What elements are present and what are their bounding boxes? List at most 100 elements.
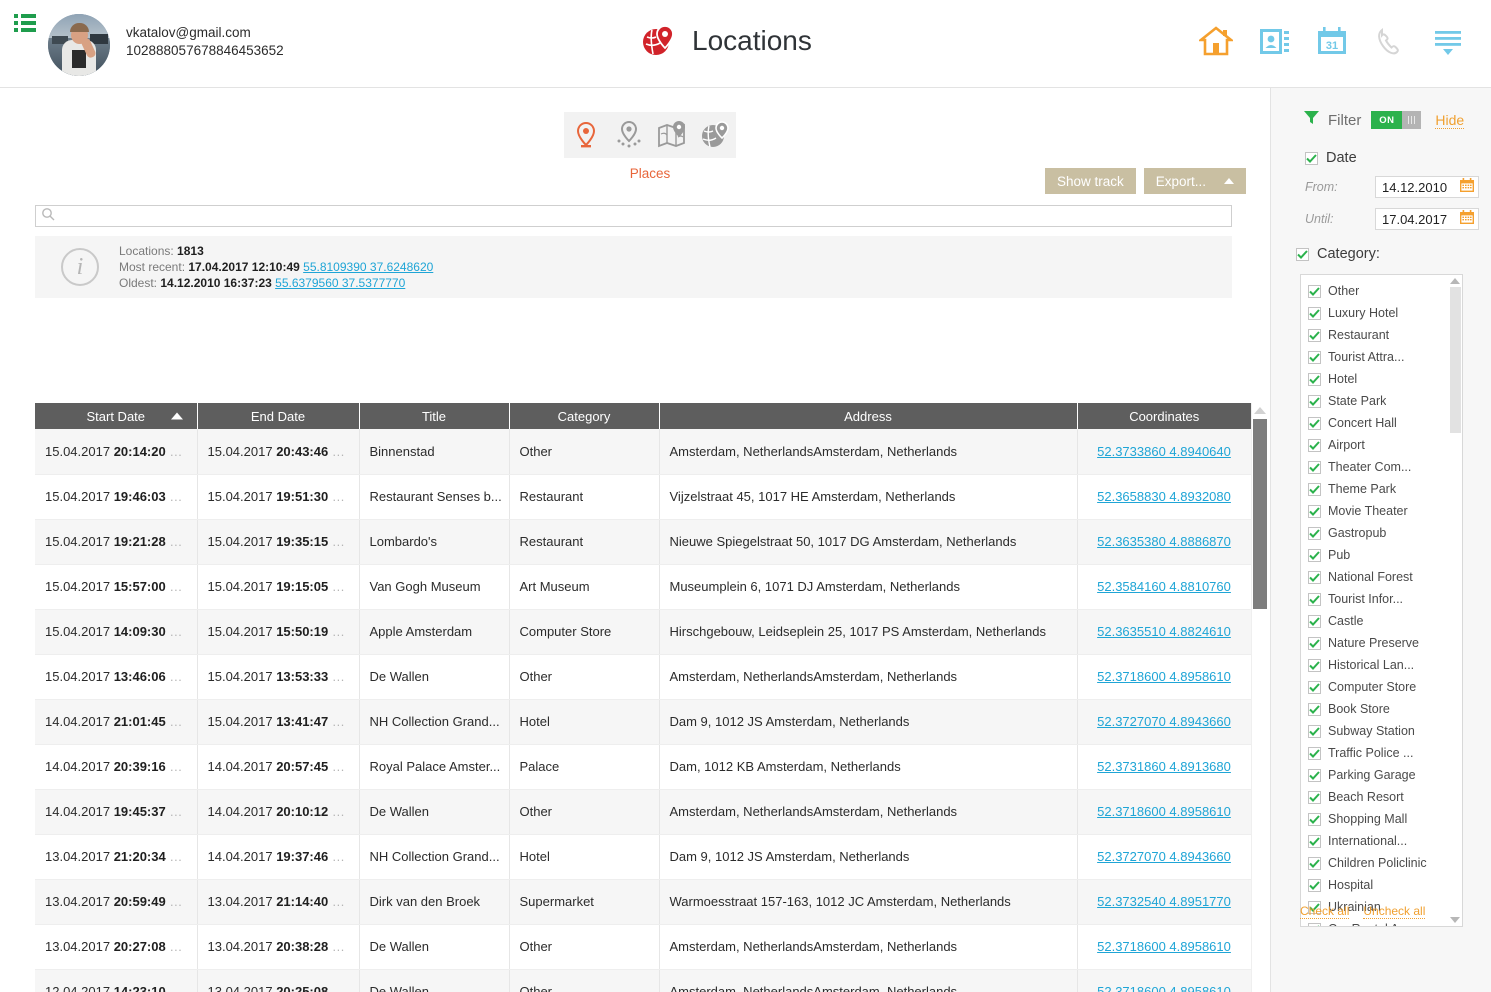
category-list-item[interactable]: Book Store xyxy=(1308,698,1448,720)
coordinates-link[interactable]: 52.3718600 4.8958610 xyxy=(1097,939,1231,954)
category-list-item[interactable]: Historical Lan... xyxy=(1308,654,1448,676)
date-filter-checkbox[interactable] xyxy=(1305,152,1318,165)
scroll-up-icon[interactable] xyxy=(1254,407,1266,414)
category-list-item[interactable]: Tourist Attra... xyxy=(1308,346,1448,368)
calendar-icon[interactable]: 31 xyxy=(1315,24,1349,62)
coordinates-link[interactable]: 52.3727070 4.8943660 xyxy=(1097,849,1231,864)
cell-coordinates[interactable]: 52.3718600 4.8958610 xyxy=(1077,924,1251,969)
category-list-item[interactable]: Concert Hall xyxy=(1308,412,1448,434)
category-item-checkbox[interactable] xyxy=(1308,351,1321,364)
category-list-item[interactable]: Shopping Mall xyxy=(1308,808,1448,830)
category-list-item[interactable]: Pub xyxy=(1308,544,1448,566)
category-list-item[interactable]: Hospital xyxy=(1308,874,1448,896)
category-item-checkbox[interactable] xyxy=(1308,505,1321,518)
cell-coordinates[interactable]: 52.3732540 4.8951770 xyxy=(1077,879,1251,924)
category-list-item[interactable]: Airport xyxy=(1308,434,1448,456)
list-menu-icon[interactable] xyxy=(14,14,36,32)
category-list-item[interactable]: Parking Garage xyxy=(1308,764,1448,786)
coordinates-link[interactable]: 52.3718600 4.8958610 xyxy=(1097,669,1231,684)
most-recent-coords-link[interactable]: 55.8109390 37.6248620 xyxy=(303,260,433,274)
cell-coordinates[interactable]: 52.3584160 4.8810760 xyxy=(1077,564,1251,609)
filter-toggle[interactable]: ON xyxy=(1371,111,1421,129)
tab-places[interactable] xyxy=(571,120,601,150)
hide-filter-link[interactable]: Hide xyxy=(1435,112,1464,129)
category-list-item[interactable]: Subway Station xyxy=(1308,720,1448,742)
category-item-checkbox[interactable] xyxy=(1308,615,1321,628)
category-item-checkbox[interactable] xyxy=(1308,769,1321,782)
search-bar[interactable] xyxy=(35,205,1232,227)
category-list-item[interactable]: Computer Store xyxy=(1308,676,1448,698)
category-filter-checkbox[interactable] xyxy=(1296,248,1309,261)
category-item-checkbox[interactable] xyxy=(1308,857,1321,870)
category-list-item[interactable]: Hotel xyxy=(1308,368,1448,390)
search-input[interactable] xyxy=(59,207,1231,225)
category-item-checkbox[interactable] xyxy=(1308,417,1321,430)
show-track-button[interactable]: Show track xyxy=(1045,168,1136,194)
category-list-item[interactable]: Children Policlinic xyxy=(1308,852,1448,874)
table-row[interactable]: 13.04.2017 21:20:34 …14.04.2017 19:37:46… xyxy=(35,834,1251,879)
export-button[interactable]: Export... xyxy=(1144,168,1246,194)
coordinates-link[interactable]: 52.3658830 4.8932080 xyxy=(1097,489,1231,504)
table-row[interactable]: 15.04.2017 20:14:20 …15.04.2017 20:43:46… xyxy=(35,429,1251,474)
category-item-checkbox[interactable] xyxy=(1308,439,1321,452)
calendar-icon[interactable] xyxy=(1460,210,1474,229)
category-item-checkbox[interactable] xyxy=(1308,681,1321,694)
home-icon[interactable] xyxy=(1199,24,1233,62)
category-list-item[interactable]: Luxury Hotel xyxy=(1308,302,1448,324)
cell-coordinates[interactable]: 52.3658830 4.8932080 xyxy=(1077,474,1251,519)
cell-coordinates[interactable]: 52.3635380 4.8886870 xyxy=(1077,519,1251,564)
cell-coordinates[interactable]: 52.3731860 4.8913680 xyxy=(1077,744,1251,789)
category-item-checkbox[interactable] xyxy=(1308,461,1321,474)
category-list-item[interactable]: International... xyxy=(1308,830,1448,852)
coordinates-link[interactable]: 52.3718600 4.8958610 xyxy=(1097,984,1231,992)
cell-coordinates[interactable]: 52.3718600 4.8958610 xyxy=(1077,654,1251,699)
scrollbar-thumb[interactable] xyxy=(1450,287,1461,433)
category-list-item[interactable]: State Park xyxy=(1308,390,1448,412)
oldest-coords-link[interactable]: 55.6379560 37.5377770 xyxy=(275,276,405,290)
category-item-checkbox[interactable] xyxy=(1308,483,1321,496)
category-item-checkbox[interactable] xyxy=(1308,549,1321,562)
date-from-field[interactable]: 14.12.2010 xyxy=(1375,176,1479,198)
category-item-checkbox[interactable] xyxy=(1308,747,1321,760)
category-list-item[interactable]: Beach Resort xyxy=(1308,786,1448,808)
category-item-checkbox[interactable] xyxy=(1308,703,1321,716)
cell-coordinates[interactable]: 52.3727070 4.8943660 xyxy=(1077,834,1251,879)
table-row[interactable]: 14.04.2017 21:01:45 …15.04.2017 13:41:47… xyxy=(35,699,1251,744)
scroll-down-icon[interactable] xyxy=(1450,917,1460,923)
category-list-item[interactable]: Castle xyxy=(1308,610,1448,632)
coordinates-link[interactable]: 52.3718600 4.8958610 xyxy=(1097,804,1231,819)
category-item-checkbox[interactable] xyxy=(1308,307,1321,320)
cell-coordinates[interactable]: 52.3635510 4.8824610 xyxy=(1077,609,1251,654)
table-row[interactable]: 14.04.2017 19:45:37 …14.04.2017 20:10:12… xyxy=(35,789,1251,834)
coordinates-link[interactable]: 52.3635510 4.8824610 xyxy=(1097,624,1231,639)
category-item-checkbox[interactable] xyxy=(1308,923,1321,928)
calendar-icon[interactable] xyxy=(1460,178,1474,197)
category-list-item[interactable]: Theater Com... xyxy=(1308,456,1448,478)
category-item-checkbox[interactable] xyxy=(1308,395,1321,408)
category-item-checkbox[interactable] xyxy=(1308,527,1321,540)
category-list-item[interactable]: Traffic Police ... xyxy=(1308,742,1448,764)
table-row[interactable]: 14.04.2017 20:39:16 …14.04.2017 20:57:45… xyxy=(35,744,1251,789)
table-row[interactable]: 12.04.2017 14:23:10 …13.04.2017 20:25:08… xyxy=(35,969,1251,992)
category-item-checkbox[interactable] xyxy=(1308,373,1321,386)
category-item-checkbox[interactable] xyxy=(1308,637,1321,650)
tab-routes[interactable] xyxy=(614,120,644,150)
coordinates-link[interactable]: 52.3635380 4.8886870 xyxy=(1097,534,1231,549)
more-menu-icon[interactable] xyxy=(1431,24,1465,62)
category-item-checkbox[interactable] xyxy=(1308,571,1321,584)
check-all-link[interactable]: Check all xyxy=(1300,904,1349,919)
column-header-title[interactable]: Title xyxy=(359,403,509,429)
scroll-up-icon[interactable] xyxy=(1450,278,1460,284)
coordinates-link[interactable]: 52.3732540 4.8951770 xyxy=(1097,894,1231,909)
column-header-coordinates[interactable]: Coordinates xyxy=(1077,403,1251,429)
category-item-checkbox[interactable] xyxy=(1308,659,1321,672)
tab-globe[interactable] xyxy=(700,120,730,150)
table-row[interactable]: 15.04.2017 19:46:03 …15.04.2017 19:51:30… xyxy=(35,474,1251,519)
category-item-checkbox[interactable] xyxy=(1308,813,1321,826)
category-scrollbar[interactable] xyxy=(1449,275,1462,926)
category-list-item[interactable]: Other xyxy=(1308,280,1448,302)
category-list-item[interactable]: Restaurant xyxy=(1308,324,1448,346)
date-until-field[interactable]: 17.04.2017 xyxy=(1375,208,1479,230)
category-item-checkbox[interactable] xyxy=(1308,725,1321,738)
column-header-start-date[interactable]: Start Date xyxy=(35,403,197,429)
